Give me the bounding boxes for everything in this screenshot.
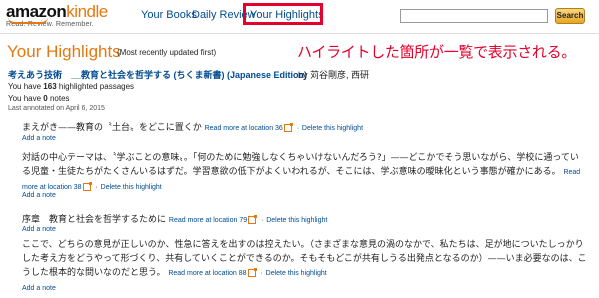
notes-count: You have 0 notes: [8, 94, 70, 103]
delete-highlight-link[interactable]: Delete this highlight: [302, 125, 363, 132]
search-input[interactable]: [400, 9, 548, 23]
external-link-icon[interactable]: [248, 214, 258, 224]
add-note-link[interactable]: Add a note: [22, 285, 56, 292]
annotation-caption: ハイライトした箇所が一覧で表示される。: [297, 43, 577, 61]
top-bar: amazonkindle Read. Review. Remember. You…: [0, 0, 599, 36]
highlight-item: まえがき——教育の〝土台〟をどこに置くか Read more at locati…: [22, 121, 587, 136]
separator-dot: ·: [296, 125, 300, 132]
logo-kindle-text: kindle: [66, 2, 108, 21]
external-link-icon[interactable]: [82, 181, 92, 191]
you-have-label: You have: [8, 94, 44, 103]
read-more-link[interactable]: Read more at location 79: [169, 217, 247, 224]
book-title-link[interactable]: 考えあう技術 __教育と社会を哲学する (ちくま新書) (Japanese Ed…: [8, 68, 307, 81]
amazon-kindle-logo[interactable]: amazonkindle Read. Review. Remember.: [6, 3, 108, 28]
highlight-item: 序章 教育と社会を哲学するために Read more at location 7…: [22, 213, 587, 228]
read-more-link[interactable]: Read more at location 36: [205, 125, 283, 132]
page-subtitle: (Most recently updated first): [117, 48, 217, 57]
book-author: by 苅谷剛彦, 西研: [298, 70, 370, 80]
add-note-link[interactable]: Add a note: [22, 226, 56, 233]
delete-highlight-link[interactable]: Delete this highlight: [266, 270, 327, 277]
delete-highlight-link[interactable]: Delete this highlight: [266, 217, 327, 224]
amazon-smile-icon: [8, 17, 48, 24]
page-title: Your Highlights: [7, 42, 121, 61]
external-link-icon[interactable]: [283, 122, 293, 132]
highlight-text: 対話の中心テーマは、〝学ぶことの意味〟。「何のために勉強しなくちゃいけないんだろ…: [22, 153, 579, 177]
last-annotated: Last annotated on April 6, 2015: [8, 105, 105, 112]
highlight-count: You have 163 highlighted passages: [8, 82, 134, 91]
search-button[interactable]: Search: [555, 8, 585, 24]
separator-dot: ·: [95, 184, 98, 191]
highlight-text: 序章 教育と社会を哲学するために: [22, 215, 167, 225]
notes-suffix: notes: [47, 94, 70, 103]
highlight-item: ここで、どちらの意見が正しいのか、性急に答えを出すのは控えたい。（さまざまな意見…: [22, 238, 587, 281]
header-divider: [0, 33, 599, 34]
highlights-count-value: 163: [43, 82, 57, 91]
separator-dot: ·: [260, 270, 263, 277]
add-note-link[interactable]: Add a note: [22, 135, 56, 142]
read-more-link[interactable]: Read more at location 88: [168, 270, 246, 277]
highlight-item: 対話の中心テーマは、〝学ぶことの意味〟。「何のために勉強しなくちゃいけないんだろ…: [22, 151, 587, 195]
add-note-link[interactable]: Add a note: [22, 192, 56, 199]
you-have-label: You have: [8, 82, 44, 91]
highlight-text: まえがき——教育の〝土台〟をどこに置くか: [22, 123, 202, 133]
external-link-icon[interactable]: [247, 267, 257, 277]
separator-dot: ·: [260, 217, 264, 224]
nav-your-books[interactable]: Your Books: [141, 9, 197, 21]
highlights-suffix: highlighted passages: [56, 82, 135, 91]
delete-highlight-link[interactable]: Delete this highlight: [101, 184, 162, 191]
highlight-callout-box: [243, 3, 323, 25]
